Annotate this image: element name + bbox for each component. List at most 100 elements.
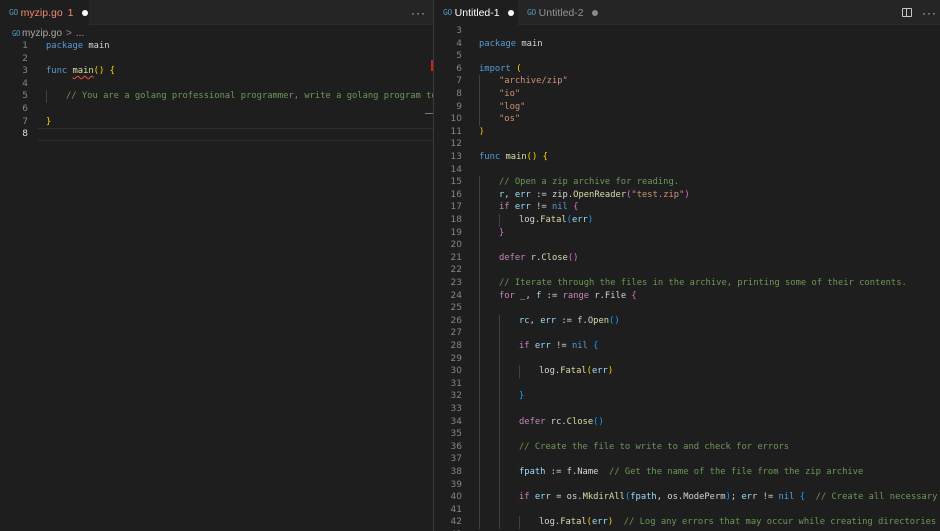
code-line[interactable]: 31 [434, 377, 940, 391]
code-line[interactable]: 20 [434, 239, 940, 252]
code-line[interactable]: 36 // Create the file to write to and che… [434, 440, 940, 454]
indent-guide [479, 264, 480, 277]
line-number: 22 [450, 265, 462, 276]
code-text: defer r.Close() [499, 252, 579, 263]
line-number: 8 [456, 89, 462, 99]
indent-guide [499, 478, 500, 492]
code-line[interactable]: 7 "archive/zip" [434, 75, 940, 88]
code-line[interactable]: 13 func main() { [434, 151, 940, 164]
right-code-editor[interactable]: 3 4 package main 5 6 import (7 "archive/zip" 8 "… [434, 25, 940, 531]
code-line[interactable]: 23 // Iterate through the files in the ar… [434, 277, 940, 290]
line-number: 17 [450, 202, 462, 213]
indent-guide [479, 340, 480, 353]
code-line[interactable]: 24 for _, f := range r.File { [434, 289, 940, 303]
code-line[interactable]: 34 defer rc.Close() [434, 415, 940, 429]
code-line[interactable]: 16 r, err := zip.OpenReader("test.zip") [434, 188, 940, 202]
code-line[interactable]: 12 [434, 138, 940, 151]
indent-guide [499, 340, 500, 353]
code-line[interactable]: 14 [434, 164, 940, 177]
right-editor-actions: ··· [902, 0, 937, 25]
code-line[interactable]: 17 if err != nil { [434, 201, 940, 214]
indent-guide [499, 440, 500, 454]
indent-guide [499, 491, 500, 504]
code-line[interactable]: 38 fpath := f.Name // Get the name of the… [434, 466, 940, 479]
tab-label: myzip.go [20, 6, 63, 19]
code-line[interactable]: 18 log.Fatal(err) [434, 214, 940, 227]
code-line[interactable]: 4 [0, 78, 433, 91]
line-number: 31 [450, 378, 462, 389]
line-number: 15 [450, 177, 462, 188]
code-text: func main() { [46, 66, 115, 77]
left-code-editor[interactable]: 1 package main 2 3 func main() {4 5 // You are… [0, 40, 433, 531]
tab-myzip-go[interactable]: GO myzip.go 1 [0, 0, 89, 25]
code-line[interactable]: 4 package main [434, 38, 940, 51]
indent-guide [479, 377, 480, 391]
breadcrumb-file[interactable]: myzip.go [22, 28, 62, 39]
code-line[interactable]: 10 "os" [434, 113, 940, 126]
tab-untitled-1[interactable]: GO Untitled-1 [434, 0, 518, 25]
code-line[interactable]: 19} [434, 226, 940, 240]
code-line[interactable]: 7} [0, 116, 433, 129]
code-line[interactable]: 40 if err = os.MkdirAll(fpath, os.ModePer… [434, 491, 940, 504]
code-line[interactable]: 6 import ( [434, 63, 940, 76]
code-line[interactable]: 11) [434, 126, 940, 139]
code-line[interactable]: 21 defer r.Close() [434, 251, 940, 265]
line-number: 34 [450, 416, 462, 427]
indent-guide [499, 516, 500, 529]
code-line[interactable]: 25 [434, 302, 940, 315]
code-line[interactable]: 29 [434, 352, 940, 366]
breadcrumb-symbols[interactable]: ... [76, 28, 84, 39]
code-line[interactable]: 1 package main [0, 40, 433, 53]
code-line[interactable]: 41 [434, 503, 940, 517]
line-number: 29 [450, 353, 462, 364]
indent-guide [479, 478, 480, 492]
code-line[interactable]: 5 [434, 50, 940, 63]
code-line[interactable]: 6 [0, 103, 433, 116]
code-line[interactable]: 2 [0, 53, 433, 66]
code-line[interactable]: 5 // You are a golang professional progra… [0, 90, 433, 103]
code-text: rc, err := f.Open() [519, 315, 620, 326]
line-number: 20 [450, 240, 462, 251]
line-number: 3 [456, 26, 462, 36]
code-line[interactable]: 37 [434, 453, 940, 466]
ellipsis-icon[interactable]: ··· [411, 6, 426, 20]
code-line[interactable]: 33 [434, 403, 940, 416]
scrollbar-position-marker [425, 113, 433, 114]
code-line[interactable]: 8 [0, 128, 433, 141]
unsaved-dot-icon[interactable] [81, 9, 88, 16]
tab-untitled-2[interactable]: GO Untitled-2 [522, 0, 606, 25]
indent-guide [479, 453, 480, 466]
code-line[interactable]: 32} [434, 390, 940, 403]
indent-guide [46, 90, 47, 103]
line-number: 28 [450, 341, 462, 351]
code-line[interactable]: 22 [434, 264, 940, 277]
code-text: if err != nil { [519, 341, 599, 351]
ellipsis-icon[interactable]: ··· [922, 6, 937, 20]
line-number: 4 [456, 38, 462, 49]
code-line[interactable]: 3 [434, 25, 940, 38]
code-text: "io" [499, 89, 521, 99]
go-file-icon: GO [12, 28, 21, 38]
unsaved-dot-icon[interactable] [507, 9, 514, 16]
unsaved-dot-icon[interactable] [591, 9, 598, 16]
code-text: package main [46, 41, 110, 51]
split-editor-icon[interactable] [902, 8, 912, 17]
code-line[interactable]: 3 func main() { [0, 65, 433, 78]
code-line[interactable]: 30 log.Fatal(err) [434, 365, 940, 378]
code-text: fpath := f.Name // Get the name of the f… [519, 467, 864, 477]
code-line[interactable]: 27 [434, 327, 940, 340]
code-line[interactable]: 35 [434, 428, 940, 441]
left-editor-group: GO myzip.go 1 ··· GO myzip.go > ... 1 pac… [0, 0, 433, 531]
code-line[interactable]: 8 "io" [434, 88, 940, 101]
code-line[interactable]: 9 "log" [434, 100, 940, 114]
line-number: 26 [450, 315, 462, 326]
right-editor-group: GO Untitled-1 GO Untitled-2 ··· 3 4 packag… [434, 0, 940, 531]
code-line[interactable]: 15 // Open a zip archive for reading. [434, 176, 940, 189]
code-line[interactable]: 28 if err != nil { [434, 340, 940, 353]
indent-guide [479, 239, 480, 252]
code-line[interactable]: 39 [434, 478, 940, 492]
code-line[interactable]: 42 log.Fatal(err) // Log any errors that … [434, 516, 940, 529]
right-tab-bar: GO Untitled-1 GO Untitled-2 ··· [434, 0, 940, 25]
code-line[interactable]: 26 rc, err := f.Open() [434, 314, 940, 328]
breadcrumb-separator: > [66, 27, 72, 39]
